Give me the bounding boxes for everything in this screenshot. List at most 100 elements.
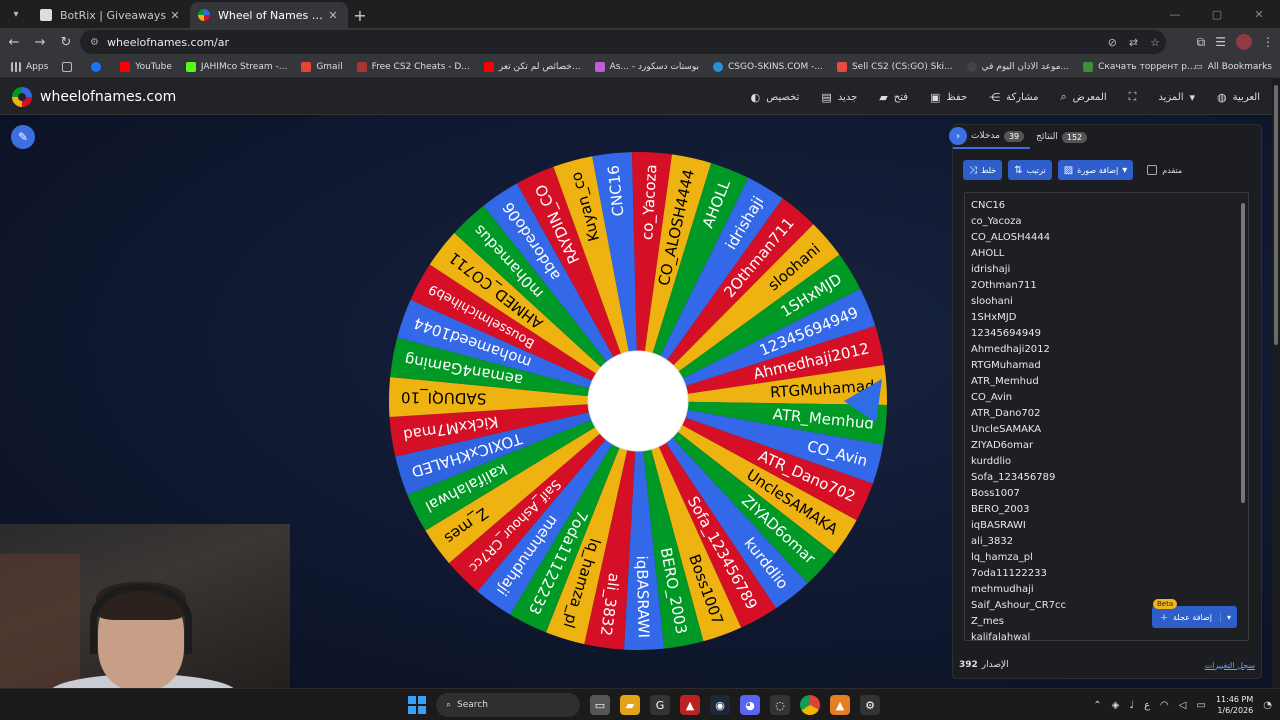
bookmark-grid[interactable] xyxy=(57,57,82,77)
add-quick-main[interactable]: ＋ إضافة عجلة xyxy=(1152,612,1220,623)
bookmark-apps[interactable]: Apps xyxy=(6,57,53,77)
clock[interactable]: 11:46 PM 1/6/2026 xyxy=(1216,694,1253,716)
discord-icon[interactable]: ◕ xyxy=(740,695,760,715)
tab-botrix[interactable]: BotRix | Giveaways ✕ xyxy=(32,2,190,28)
bookmark-csgo-skins[interactable]: CSGO-SKINS.COM -... xyxy=(708,57,828,77)
entry-item[interactable]: CO_ALOSH4444 xyxy=(971,230,1248,246)
menu-fullscreen[interactable]: ⛶ xyxy=(1129,90,1137,104)
menu-open[interactable]: ▰ فتح xyxy=(879,91,908,104)
add-image-button[interactable]: ▨ إضافة صورة ▾ xyxy=(1057,160,1134,180)
extensions-icon[interactable]: ⧉ xyxy=(1197,35,1206,50)
menu-customize[interactable]: ◐ تخصيص xyxy=(751,91,800,104)
entry-item[interactable]: AHOLL xyxy=(971,246,1248,262)
volume-icon[interactable]: ◁ xyxy=(1179,700,1187,711)
eye-off-icon[interactable]: ⊘ xyxy=(1108,36,1117,49)
menu-share[interactable]: ⋲ مشاركة xyxy=(989,91,1038,104)
reading-list-icon[interactable]: ☰ xyxy=(1215,35,1226,49)
menu-gallery[interactable]: ⌕ المعرض xyxy=(1060,90,1106,104)
address-bar[interactable]: ⚙ wheelofnames.com/ar ⊘ ⇄ ☆ xyxy=(80,30,1166,54)
entry-item[interactable]: ATR_Dano702 xyxy=(971,406,1248,422)
scrollbar-thumb[interactable] xyxy=(1241,203,1245,503)
entry-item[interactable]: BERO_2003 xyxy=(971,502,1248,518)
bookmark-torrent[interactable]: Скачать торрент р... xyxy=(1078,57,1200,77)
wifi-icon[interactable]: ◠ xyxy=(1160,700,1169,711)
bookmark-discord-posts[interactable]: As... - بوستات دسكورد xyxy=(590,57,704,77)
menu-language[interactable]: ◍ العربية xyxy=(1217,91,1260,104)
reload-icon[interactable]: ↻ xyxy=(54,30,78,54)
windows-start-icon[interactable] xyxy=(408,696,426,714)
app-icon[interactable]: ◌ xyxy=(770,695,790,715)
new-tab-button[interactable]: + xyxy=(348,3,372,27)
entry-item[interactable]: kurddlio xyxy=(971,454,1248,470)
forward-icon[interactable]: → xyxy=(28,30,52,54)
bookmark-prayer-times[interactable]: موعد الاذان اليوم في... xyxy=(962,57,1074,77)
settings-icon[interactable]: ⚙ xyxy=(860,695,880,715)
menu-new[interactable]: ▤ جديد xyxy=(821,91,857,104)
chrome-icon[interactable] xyxy=(800,695,820,715)
entry-item[interactable]: CNC16 xyxy=(971,198,1248,214)
file-explorer-icon[interactable]: ▰ xyxy=(620,695,640,715)
spin-wheel[interactable]: CNC16 co_YacozaCO_ALOSH4444 AHOLLidrishaji… xyxy=(386,149,890,653)
tab-wheel-of-names[interactable]: Wheel of Names | اسم العشوائي ✕ xyxy=(190,2,348,28)
profile-avatar[interactable] xyxy=(1236,34,1252,50)
site-info-icon[interactable]: ⚙ xyxy=(90,37,99,48)
close-tab-icon[interactable]: ✕ xyxy=(168,9,182,22)
steam-icon[interactable]: ◉ xyxy=(710,695,730,715)
entry-item[interactable]: Sofa_123456789 xyxy=(971,470,1248,486)
entry-item[interactable]: RTGMuhamad xyxy=(971,358,1248,374)
bookmark-yt-video[interactable]: خصائص لم تكن تعر... xyxy=(479,57,586,77)
browser-menu-icon[interactable]: ⋮ xyxy=(1262,35,1274,49)
chevron-down-icon[interactable]: ▾ xyxy=(1219,612,1237,622)
close-tab-icon[interactable]: ✕ xyxy=(326,9,340,22)
entry-item[interactable]: 7oda11122233 xyxy=(971,566,1248,582)
entry-item[interactable]: Boss1007 xyxy=(971,486,1248,502)
changelog-link[interactable]: سجل التغييرات xyxy=(1205,661,1255,670)
menu-more[interactable]: المزيد ▾ xyxy=(1158,91,1195,104)
entry-item[interactable]: co_Yacoza xyxy=(971,214,1248,230)
game-launcher-icon[interactable]: ▲ xyxy=(680,695,700,715)
entry-item[interactable]: 2Othman711 xyxy=(971,278,1248,294)
entry-item[interactable]: CO_Avin xyxy=(971,390,1248,406)
collapse-panel-icon[interactable]: › xyxy=(949,127,967,145)
site-logo[interactable]: wheelofnames.com xyxy=(12,86,176,107)
entries-textarea[interactable]: CNC16 co_Yacoza CO_ALOSH4444 AHOLL idrishaji… xyxy=(964,192,1249,641)
wheel-center-hub[interactable] xyxy=(587,350,689,452)
chevron-up-icon[interactable]: ⌃ xyxy=(1093,700,1101,711)
sort-button[interactable]: ⇅ ترتيب xyxy=(1008,160,1052,180)
entry-item[interactable]: idrishaji xyxy=(971,262,1248,278)
entry-item[interactable]: ZIYAD6omar xyxy=(971,438,1248,454)
entry-item[interactable]: 12345694949 xyxy=(971,326,1248,342)
language-indicator[interactable]: ع xyxy=(1144,700,1150,711)
entry-item[interactable]: ATR_Memhud xyxy=(971,374,1248,390)
bookmark-star-icon[interactable]: ☆ xyxy=(1150,36,1160,49)
entries-scrollbar[interactable] xyxy=(1240,195,1246,640)
entry-item[interactable]: mehmudhaji xyxy=(971,582,1248,598)
edit-pencil-icon[interactable]: ✎ xyxy=(11,125,35,149)
entry-item[interactable]: kalifalahwal xyxy=(971,630,1248,640)
entry-item[interactable]: iqBASRAWI xyxy=(971,518,1248,534)
bookmark-youtube[interactable]: YouTube xyxy=(115,57,177,77)
battery-icon[interactable]: ▭ xyxy=(1196,700,1205,711)
add-quick-wheel-button[interactable]: ＋ إضافة عجلة ▾ xyxy=(1152,606,1237,628)
entry-item[interactable]: Ahmedhaji2012 xyxy=(971,342,1248,358)
bookmark-facebook[interactable] xyxy=(86,57,111,77)
scrollbar-thumb[interactable] xyxy=(1274,85,1278,345)
tab-search-icon[interactable]: ▾ xyxy=(4,2,28,26)
maximize-icon[interactable]: ▢ xyxy=(1196,0,1238,28)
tab-entries[interactable]: › مدخلات 39 xyxy=(949,125,1031,149)
task-view-icon[interactable]: ▭ xyxy=(590,695,610,715)
all-bookmarks-button[interactable]: ▭ All Bookmarks xyxy=(1194,56,1272,78)
bookmark-sell-cs2[interactable]: Sell CS2 (CS:GO) Ski... xyxy=(832,57,958,77)
shuffle-button[interactable]: ⤨ خلط xyxy=(963,160,1003,180)
entry-item[interactable]: 1SHxMJD xyxy=(971,310,1248,326)
translate-icon[interactable]: ⇄ xyxy=(1129,36,1138,49)
obs-icon[interactable]: ▲ xyxy=(830,695,850,715)
microphone-icon[interactable]: ♩ xyxy=(1129,700,1134,711)
close-window-icon[interactable]: ✕ xyxy=(1238,0,1280,28)
page-scrollbar[interactable] xyxy=(1272,79,1280,688)
bookmark-kick[interactable]: JAHIMco Stream -... xyxy=(181,57,292,77)
entry-item[interactable]: sloohani xyxy=(971,294,1248,310)
tab-results[interactable]: النتائج 152 xyxy=(1030,125,1093,149)
advanced-checkbox[interactable]: متقدم xyxy=(1147,165,1182,175)
bookmark-cs2-cheats[interactable]: Free CS2 Cheats - D... xyxy=(352,57,475,77)
